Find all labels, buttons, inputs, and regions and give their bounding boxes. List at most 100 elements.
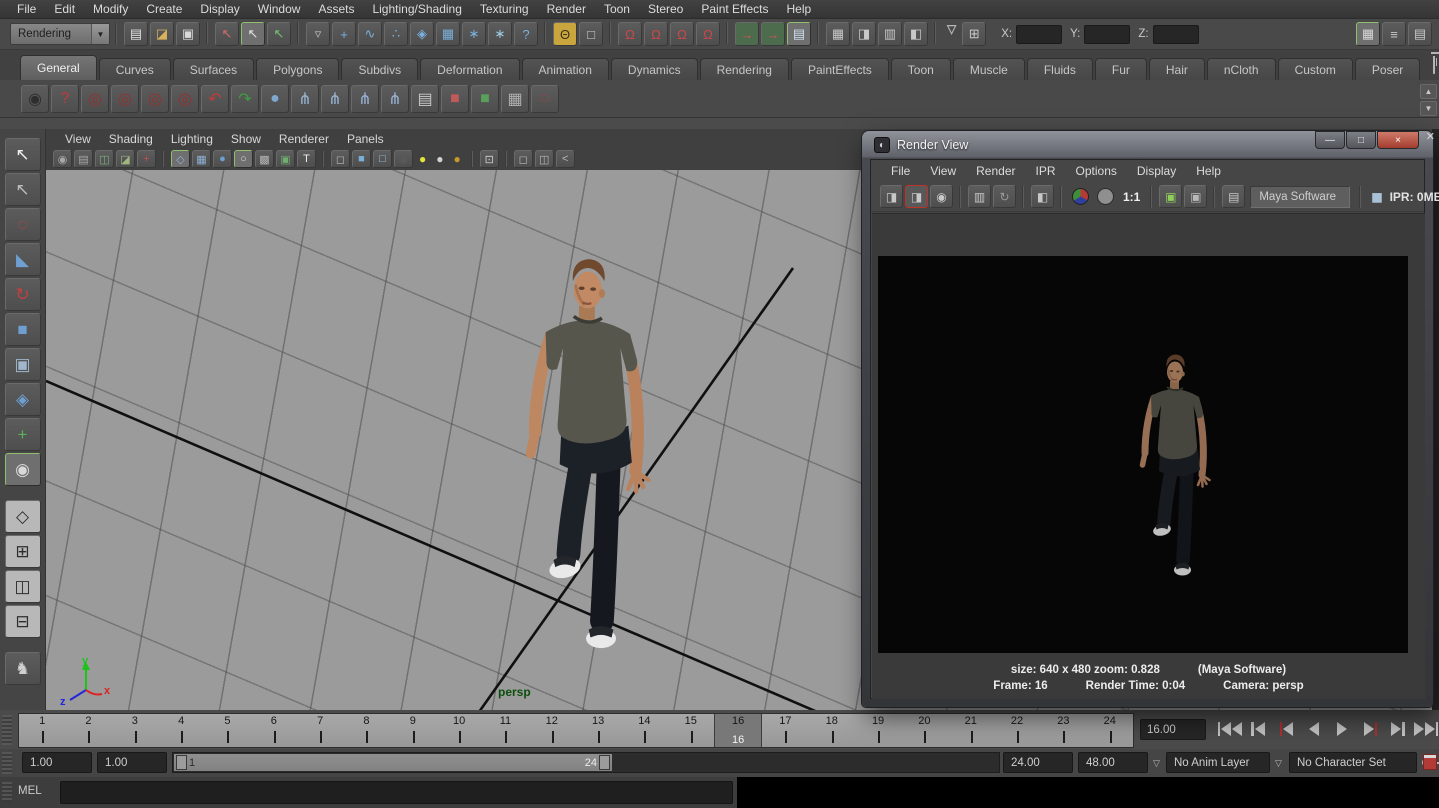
parent-icon[interactable]: ⋔	[321, 85, 349, 113]
timeline-frame[interactable]: 4	[158, 714, 204, 747]
redo-icon[interactable]: ↷	[231, 85, 259, 113]
z-input[interactable]	[1153, 25, 1199, 44]
group-icon[interactable]: ⋔	[291, 85, 319, 113]
renderer-dropdown[interactable]: Maya Software	[1250, 186, 1350, 208]
checker-material-icon[interactable]: ◉	[394, 150, 413, 168]
image-plane-icon[interactable]: ◪	[116, 150, 135, 168]
menu-item[interactable]: Lighting/Shading	[363, 0, 470, 19]
render-view-menu-item[interactable]: Help	[1186, 164, 1231, 178]
absolute-transform-icon[interactable]: ⊞	[962, 22, 986, 46]
snap-magnet-point-icon[interactable]: Ω	[670, 22, 694, 46]
camera-dolly-icon[interactable]: ◎	[141, 85, 169, 113]
shelf-tab[interactable]: Curves	[99, 58, 171, 80]
shelf-tab[interactable]: Animation	[522, 58, 609, 80]
snap-magnet-plane-icon[interactable]: Ω	[696, 22, 720, 46]
shelf-tab[interactable]: Muscle	[953, 58, 1025, 80]
output-connections-icon[interactable]: →	[761, 22, 785, 46]
step-forward-frame-button[interactable]	[1358, 717, 1382, 741]
menu-item[interactable]: Create	[137, 0, 191, 19]
step-back-frame-button[interactable]	[1274, 717, 1298, 741]
panel-menu-item[interactable]: Renderer	[270, 132, 338, 146]
render-view-menu-item[interactable]: File	[881, 164, 920, 178]
command-language-label[interactable]: MEL	[18, 785, 42, 797]
render-view-menu-item[interactable]: Display	[1127, 164, 1186, 178]
timeline-frame[interactable]: 19	[855, 714, 901, 747]
transparent-cube-icon[interactable]: □	[373, 150, 392, 168]
keep-image-icon[interactable]: ▣	[1159, 185, 1182, 208]
four-pane-layout-icon[interactable]: ⊞	[5, 535, 41, 568]
select-tool-icon[interactable]: ↖	[5, 138, 41, 171]
menu-item[interactable]: File	[8, 0, 45, 19]
chevron-down-icon[interactable]: ▽	[1275, 758, 1282, 769]
lasso-tool-icon[interactable]: ↖	[5, 173, 41, 206]
snap-point-icon[interactable]: ∴	[384, 22, 408, 46]
input-line-options-icon[interactable]: ▽	[947, 22, 956, 46]
menu-item[interactable]: Window	[249, 0, 310, 19]
panel-menu-item[interactable]: Shading	[100, 132, 162, 146]
undo-icon[interactable]: ↶	[201, 85, 229, 113]
select-component-icon[interactable]: ↖	[267, 22, 291, 46]
camera-attributes-icon[interactable]: ▤	[74, 150, 93, 168]
paint-selection-tool-icon[interactable]: ◌	[5, 208, 41, 241]
ungroup-icon[interactable]: ⋔	[351, 85, 379, 113]
duplicate-special-icon[interactable]: ■	[471, 85, 499, 113]
xray-mode-icon[interactable]: ▩	[255, 150, 274, 168]
default-display-icon[interactable]: ○	[234, 150, 253, 168]
timeline-frame[interactable]: 15	[668, 714, 714, 747]
shelf-tab[interactable]: Fluids	[1027, 58, 1093, 80]
pause-ipr-button[interactable]: ▮▮	[1371, 190, 1380, 204]
command-input[interactable]	[60, 781, 733, 804]
channel-box-toggle-icon[interactable]: ▤	[1408, 22, 1432, 46]
region-render-icon[interactable]: ◧	[1031, 185, 1054, 208]
maximize-button[interactable]: □	[1346, 131, 1376, 149]
range-slider-groove[interactable]: 1 24	[172, 752, 1000, 773]
paint-scripts-tool-icon[interactable]: ◌	[531, 85, 559, 113]
snap-magnet-grid-icon[interactable]: Ω	[618, 22, 642, 46]
y-input[interactable]	[1084, 25, 1130, 44]
save-scene-icon[interactable]: ▣	[176, 22, 200, 46]
shelf-tab[interactable]: Rendering	[700, 58, 789, 80]
wireframe-mode-icon[interactable]: ◇	[171, 150, 190, 168]
input-connections-icon[interactable]: →	[735, 22, 759, 46]
menu-set-dropdown[interactable]: Rendering ▼	[10, 23, 110, 45]
shelf-tab[interactable]: Poser	[1355, 58, 1420, 80]
current-tool-camera-icon[interactable]: ◉	[5, 453, 41, 486]
render-view-window[interactable]: ◐ Render View —□× FileViewRenderIPROptio…	[862, 131, 1433, 707]
lock-icon[interactable]: Θ	[553, 22, 577, 46]
multi-pane-icon[interactable]: ◫	[535, 150, 554, 168]
render-view-menu-item[interactable]: View	[920, 164, 966, 178]
step-forward-key-button[interactable]	[1386, 717, 1410, 741]
refresh-ipr-icon[interactable]: ↻	[993, 185, 1016, 208]
menu-item[interactable]: Stereo	[639, 0, 692, 19]
help-icon[interactable]: ?	[51, 85, 79, 113]
render-current-frame-icon[interactable]: ◨	[880, 185, 903, 208]
scale-tool-icon[interactable]: ■	[5, 313, 41, 346]
timeline-frame[interactable]: 21	[948, 714, 994, 747]
camera-icon[interactable]: ◉	[53, 150, 72, 168]
timeline-frame[interactable]: 9	[390, 714, 436, 747]
joint-display-icon[interactable]: <	[556, 150, 575, 168]
timeline-frame[interactable]: 24	[1087, 714, 1133, 747]
animation-end-field[interactable]: 48.00	[1078, 752, 1148, 773]
menu-item[interactable]: Assets	[309, 0, 363, 19]
play-backwards-button[interactable]	[1302, 717, 1326, 741]
render-view-menu-item[interactable]: Render	[966, 164, 1025, 178]
time-slider[interactable]: 123456789101112131415161718192021222324	[18, 713, 1134, 748]
ipr-render-icon[interactable]: ▥	[878, 22, 902, 46]
menu-item[interactable]: Edit	[45, 0, 84, 19]
open-scene-icon[interactable]: ◪	[150, 22, 174, 46]
menu-item[interactable]: Display	[191, 0, 248, 19]
panel-menu-item[interactable]: Lighting	[162, 132, 222, 146]
playback-start-field[interactable]: 1.00	[97, 752, 167, 773]
selection-highlight-icon[interactable]: ⊡	[480, 150, 499, 168]
timeline-frame[interactable]: 13	[575, 714, 621, 747]
menu-item[interactable]: Render	[538, 0, 595, 19]
chevron-down-icon[interactable]: ▽	[1153, 758, 1160, 769]
shaded-mode-icon[interactable]: ●	[213, 150, 232, 168]
go-to-end-button[interactable]	[1414, 717, 1438, 741]
redo-previous-render-icon[interactable]: ◨	[905, 185, 928, 208]
step-back-key-button[interactable]	[1246, 717, 1270, 741]
rotate-tool-icon[interactable]: ↻	[5, 278, 41, 311]
menu-item[interactable]: Texturing	[471, 0, 538, 19]
close-icon[interactable]: ✕	[1426, 130, 1435, 143]
